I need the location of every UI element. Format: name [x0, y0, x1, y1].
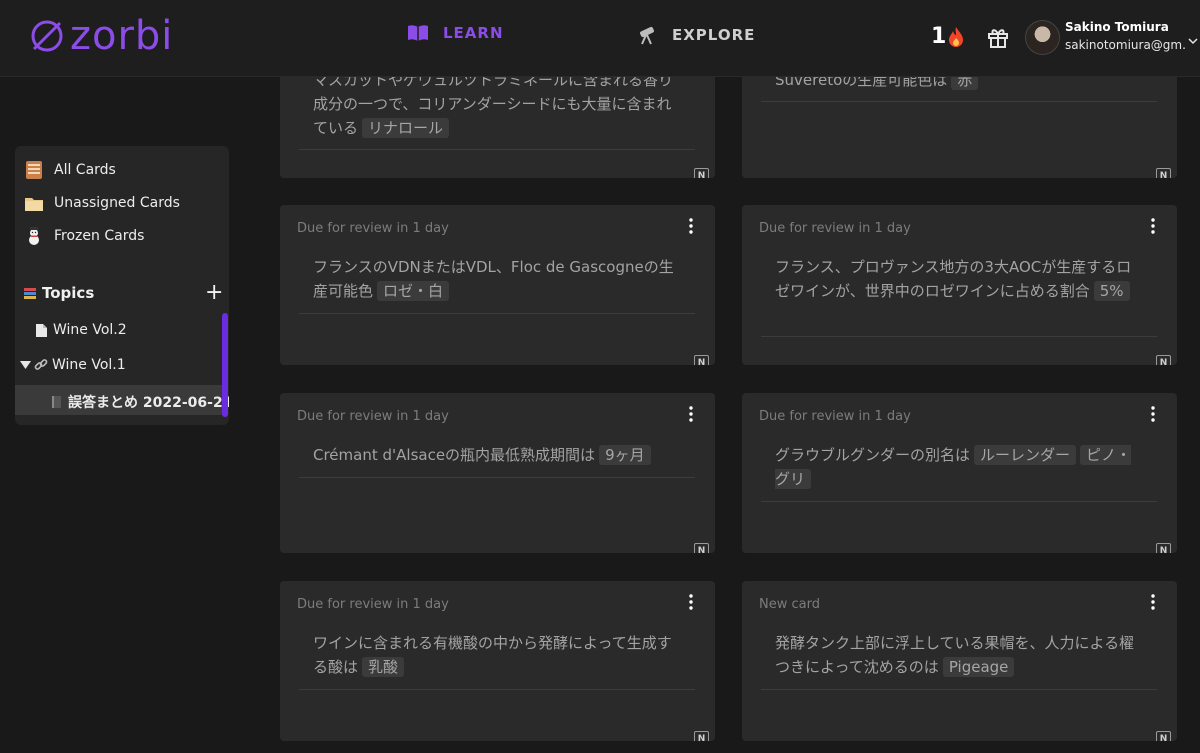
sidebar-item-frozen-cards[interactable]: Frozen Cards	[24, 226, 144, 246]
card-divider	[761, 501, 1157, 502]
logo-text: zorbi	[70, 13, 174, 59]
books-icon	[23, 286, 37, 300]
card-status: Due for review in 1 day	[759, 409, 911, 424]
zorbi-logo[interactable]: zorbi	[30, 16, 173, 56]
topic-label: 誤答まとめ 2022-06-21	[68, 395, 229, 411]
page-icon	[35, 323, 48, 338]
answer-tag: Pigeage	[942, 657, 1015, 677]
answer-tag: ルーレンダー	[974, 445, 1077, 465]
flashcard[interactable]: Due for review in 1 day Crémant d'Alsace…	[280, 393, 715, 553]
card-status: New card	[759, 597, 820, 612]
more-vertical-icon[interactable]	[686, 594, 696, 610]
topic-gotou-matome[interactable]: 誤答まとめ 2022-06-21	[51, 392, 229, 412]
card-question: ワインに含まれる有機酸の中から発酵によって生成する酸は 乳酸	[313, 634, 672, 677]
card-question: フランスのVDNまたはVDL、Floc de Gascogneの生産可能色 ロゼ・…	[313, 258, 674, 301]
topic-label: Wine Vol.1	[52, 357, 126, 373]
notion-icon[interactable]: N	[1156, 168, 1171, 178]
notion-icon[interactable]: N	[1156, 543, 1171, 553]
flashcard[interactable]: Due for review in 1 day グラウブルグンダーの別名は ルーレ…	[742, 393, 1177, 553]
flashcard[interactable]: Due for review in 1 day フランスのVDNまたはVDL、F…	[280, 205, 715, 365]
answer-tag: 9ヶ月	[599, 445, 651, 465]
app-header: zorbi LEARN EXPLORE 1 Sakino Tomiura sak…	[0, 0, 1200, 77]
user-name: Sakino Tomiura	[1065, 20, 1169, 34]
card-question: グラウブルグンダーの別名は ルーレンダー ピノ・グリ	[775, 445, 1132, 489]
card-question: Crémant d'Alsaceの瓶内最低熟成期間は 9ヶ月	[313, 443, 683, 467]
sidebar-item-label: Frozen Cards	[54, 228, 145, 244]
flashcard[interactable]: Due for review in 1 day フランス、プロヴァンス地方の3大…	[742, 205, 1177, 365]
snowman-icon	[24, 226, 44, 246]
telescope-icon	[636, 24, 658, 46]
topics-header: Topics	[23, 284, 94, 302]
sidebar-item-label: Unassigned Cards	[54, 195, 180, 211]
card-divider	[299, 313, 695, 314]
notion-icon[interactable]: N	[1156, 355, 1171, 365]
topic-label: Wine Vol.2	[53, 322, 127, 338]
flashcard[interactable]: Due for review in 1 day ワインに含まれる有機酸の中から発…	[280, 581, 715, 741]
answer-tag: 5%	[1093, 281, 1130, 301]
more-vertical-icon[interactable]	[1148, 218, 1158, 234]
card-divider	[761, 101, 1157, 102]
card-divider	[299, 149, 695, 150]
folder-icon	[24, 193, 44, 213]
user-email: sakinotomiura@gm...	[1065, 38, 1185, 52]
fire-icon	[948, 26, 964, 48]
sidebar-scrollbar[interactable]	[222, 313, 228, 417]
gift-icon[interactable]	[986, 25, 1010, 53]
card-divider	[299, 477, 695, 478]
sidebar: All Cards Unassigned Cards Frozen Cards …	[15, 146, 229, 425]
more-vertical-icon[interactable]	[1148, 594, 1158, 610]
notion-icon[interactable]: N	[1156, 731, 1171, 741]
link-icon	[34, 358, 48, 372]
card-question: フランス、プロヴァンス地方の3大AOCが生産するロゼワインが、世界中のロゼワイン…	[775, 258, 1132, 301]
notion-icon[interactable]: N	[694, 543, 709, 553]
more-vertical-icon[interactable]	[686, 406, 696, 422]
nav-learn-label: LEARN	[443, 24, 504, 42]
nav-explore-label: EXPLORE	[672, 26, 756, 44]
topic-wine-vol1[interactable]: Wine Vol.1	[20, 357, 126, 373]
add-topic-button[interactable]: +	[205, 282, 223, 304]
card-question: 発酵タンク上部に浮上している果帽を、人力による櫂つきによって沈めるのは Pigea…	[775, 634, 1135, 677]
more-vertical-icon[interactable]	[1148, 406, 1158, 422]
sidebar-item-all-cards[interactable]: All Cards	[24, 160, 116, 180]
card-status: Due for review in 1 day	[297, 597, 449, 612]
topic-wine-vol2[interactable]: Wine Vol.2	[35, 322, 127, 338]
answer-tag: ロゼ・白	[377, 281, 450, 301]
chevron-down-icon[interactable]	[1188, 30, 1198, 49]
card-status: Due for review in 1 day	[297, 221, 449, 236]
card-status: Due for review in 1 day	[297, 409, 449, 424]
flashcard[interactable]: New card 発酵タンク上部に浮上している果帽を、人力による櫂つきによって沈…	[742, 581, 1177, 741]
caret-down-icon[interactable]	[20, 360, 31, 370]
card-box-icon	[24, 160, 44, 180]
answer-tag: リナロール	[362, 118, 450, 138]
notion-icon[interactable]: N	[694, 731, 709, 741]
planet-icon	[31, 20, 63, 52]
topics-label: Topics	[42, 284, 95, 302]
more-vertical-icon[interactable]	[686, 218, 696, 234]
card-divider	[761, 336, 1157, 337]
card-question: マスカットやゲヴュルツトラミネールに含まれる香り成分の一つで、コリアンダーシード…	[313, 71, 674, 138]
notion-icon[interactable]: N	[694, 355, 709, 365]
streak-count: 1	[931, 24, 947, 49]
notebook-icon	[51, 395, 62, 409]
nav-learn[interactable]: LEARN	[407, 24, 504, 42]
sidebar-item-label: All Cards	[54, 162, 116, 178]
card-status: Due for review in 1 day	[759, 221, 911, 236]
answer-tag: 乳酸	[362, 657, 405, 677]
card-divider	[299, 689, 695, 690]
streak-counter[interactable]: 1	[931, 24, 964, 49]
sidebar-item-unassigned-cards[interactable]: Unassigned Cards	[24, 193, 180, 213]
nav-explore[interactable]: EXPLORE	[636, 24, 755, 46]
book-icon	[407, 24, 429, 42]
card-divider	[761, 689, 1157, 690]
notion-icon[interactable]: N	[694, 168, 709, 178]
avatar[interactable]	[1025, 20, 1060, 55]
